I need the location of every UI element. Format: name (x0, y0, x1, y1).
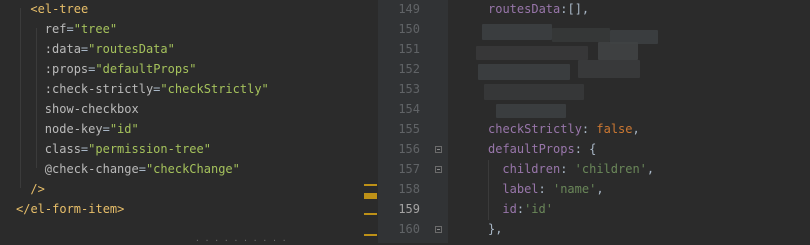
line-number[interactable]: 159 (398, 199, 420, 219)
code-token: = (138, 162, 146, 176)
indent-guide (36, 28, 37, 168)
code-line[interactable]: @check-change="checkChange" (45, 159, 240, 179)
redacted-block (578, 60, 640, 78)
change-marker-gutter (364, 0, 378, 243)
code-token: children (502, 162, 561, 176)
line-number[interactable]: 160 (398, 219, 420, 239)
code-line[interactable]: children: 'children', (502, 159, 654, 179)
code-line[interactable]: }, (488, 219, 502, 239)
redacted-block (552, 28, 610, 42)
fold-gutter (428, 0, 448, 243)
code-token: : { (574, 142, 597, 156)
code-token: : (560, 162, 575, 176)
fold-collapse-icon[interactable] (435, 166, 442, 173)
redacted-block (482, 24, 552, 40)
code-line[interactable]: <el-tree (30, 0, 88, 19)
change-marker[interactable] (364, 184, 377, 186)
line-number[interactable]: 149 (398, 0, 420, 19)
code-line[interactable]: :data="routesData" (45, 39, 175, 59)
code-token: "routesData" (88, 42, 175, 56)
code-token: class (44, 142, 81, 156)
code-token: :check-strictly (44, 82, 154, 96)
redacted-block (484, 84, 584, 100)
change-marker[interactable] (364, 234, 377, 236)
code-token: <el-tree (30, 2, 89, 16)
code-line[interactable]: id:'id' (502, 199, 553, 219)
code-line[interactable]: checkStrictly: false, (488, 119, 640, 139)
line-number[interactable]: 156 (398, 139, 420, 159)
code-token: 'id' (524, 202, 553, 216)
code-token: /> (30, 182, 45, 196)
code-token: :props (44, 62, 89, 76)
code-token: checkStrictly (488, 122, 582, 136)
scrolled-text-fragment: · · · · · · · · · · (195, 236, 287, 245)
indent-guide (488, 160, 489, 220)
code-token: ref (44, 22, 67, 36)
line-number[interactable]: 150 (398, 19, 420, 39)
code-token: </el-form-item> (16, 202, 125, 216)
code-token: false (596, 122, 633, 136)
code-token: id (502, 202, 517, 216)
line-number[interactable]: 155 (398, 119, 420, 139)
line-number[interactable]: 154 (398, 99, 420, 119)
code-line[interactable]: </el-form-item> (16, 199, 124, 219)
code-token: "checkChange" (145, 162, 240, 176)
code-line[interactable]: node-key="id" (45, 119, 139, 139)
code-token: : (581, 122, 597, 136)
code-line[interactable]: :check-strictly="checkStrictly" (45, 79, 269, 99)
code-token: "id" (109, 122, 139, 136)
redacted-block (598, 42, 638, 60)
code-token: : (538, 182, 553, 196)
code-token: node-key (44, 122, 103, 136)
code-line[interactable]: :props="defaultProps" (45, 59, 197, 79)
code-token: 'children' (574, 162, 647, 176)
code-line[interactable]: routesData:[], (488, 0, 589, 19)
line-number[interactable]: 152 (398, 59, 420, 79)
line-number[interactable]: 157 (398, 159, 420, 179)
line-number[interactable]: 153 (398, 79, 420, 99)
code-token: "tree" (73, 22, 118, 36)
code-token: show-checkbox (44, 102, 139, 116)
fold-collapse-icon[interactable] (435, 146, 442, 153)
redacted-block (496, 104, 566, 118)
change-marker[interactable] (364, 193, 377, 199)
fold-collapse-icon[interactable] (435, 226, 442, 233)
indent-guide (20, 8, 21, 188)
code-token: = (102, 122, 110, 136)
line-number[interactable]: 151 (398, 39, 420, 59)
code-token: label (502, 182, 539, 196)
code-token: :data (44, 42, 81, 56)
code-token: , (632, 122, 640, 136)
code-token: "defaultProps" (95, 62, 197, 76)
line-number[interactable]: 158 (398, 179, 420, 199)
code-token: :[], (560, 2, 590, 16)
code-token: @check-change (44, 162, 139, 176)
code-line[interactable]: defaultProps: { (488, 139, 596, 159)
code-token: "permission-tree" (88, 142, 211, 156)
code-line[interactable]: ref="tree" (45, 19, 117, 39)
code-token: = (66, 22, 74, 36)
code-token: }, (488, 222, 503, 236)
code-line[interactable]: /> (30, 179, 44, 199)
change-marker[interactable] (364, 213, 377, 215)
code-line[interactable]: show-checkbox (45, 99, 139, 119)
code-token: , (646, 162, 655, 176)
code-token: : (516, 202, 525, 216)
code-token: routesData (488, 2, 561, 16)
code-token: "checkStrictly" (160, 82, 269, 96)
code-token: , (596, 182, 604, 196)
code-token: 'name' (552, 182, 597, 196)
line-number-gutter: 149 150 151 152 153 154 155 156 157 158 159 160 (378, 0, 428, 243)
code-line[interactable]: label: 'name', (502, 179, 603, 199)
redacted-block (476, 46, 588, 60)
code-line[interactable]: class="permission-tree" (45, 139, 211, 159)
code-token: defaultProps (488, 142, 575, 156)
right-editor-pane[interactable]: routesData:[], checkStrictly: false, defau… (448, 0, 810, 243)
left-editor-pane[interactable]: <el-tree ref="tree":data="routesData":pro… (0, 0, 364, 243)
redacted-block (478, 64, 570, 80)
